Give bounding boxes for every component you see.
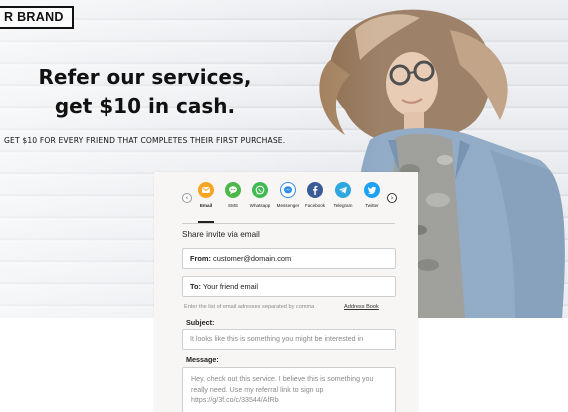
page-subheadline: GET $10 FOR EVERY FRIEND THAT COMPLETES … <box>4 136 286 145</box>
channel-divider <box>182 223 395 224</box>
channel-telegram[interactable]: Telegram <box>327 182 359 208</box>
to-label: To: <box>190 282 201 291</box>
subject-input[interactable]: It looks like this is something you migh… <box>182 329 396 350</box>
facebook-icon <box>307 182 323 198</box>
from-value: customer@domain.com <box>213 254 292 263</box>
share-section-title: Share invite via email <box>182 230 260 239</box>
subject-label: Subject: <box>186 318 215 327</box>
page-headline: Refer our services, get $10 in cash. <box>0 63 290 121</box>
twitter-icon <box>364 182 380 198</box>
message-label: Message: <box>186 355 219 364</box>
channel-twitter[interactable]: Twitter <box>356 182 388 208</box>
messenger-icon <box>280 182 296 198</box>
message-textarea[interactable]: Hey, check out this service. I believe t… <box>182 367 396 412</box>
chat-bubble-icon <box>225 182 241 198</box>
chevron-right-icon[interactable]: › <box>387 193 397 203</box>
from-label: From: <box>190 254 211 263</box>
headline-line-1: Refer our services, <box>38 65 252 89</box>
share-channel-bar: ‹ Email SMS Whatsapp Messenger Facebook … <box>154 180 418 224</box>
email-list-hint: Enter the list of email adresses separat… <box>184 304 315 310</box>
channel-telegram-label: Telegram <box>333 203 353 208</box>
address-book-link[interactable]: Address Book <box>344 304 379 310</box>
brand-logo[interactable]: R BRAND <box>0 6 74 29</box>
whatsapp-icon <box>252 182 268 198</box>
envelope-icon <box>198 182 214 198</box>
to-email-field[interactable]: To: Your friend email <box>182 276 396 297</box>
referral-widget: ‹ Email SMS Whatsapp Messenger Facebook … <box>154 172 418 412</box>
telegram-icon <box>335 182 351 198</box>
headline-line-2: get $10 in cash. <box>54 94 236 118</box>
from-field[interactable]: From: customer@domain.com <box>182 248 396 269</box>
channel-twitter-label: Twitter <box>365 203 379 208</box>
to-placeholder: Your friend email <box>202 282 259 291</box>
